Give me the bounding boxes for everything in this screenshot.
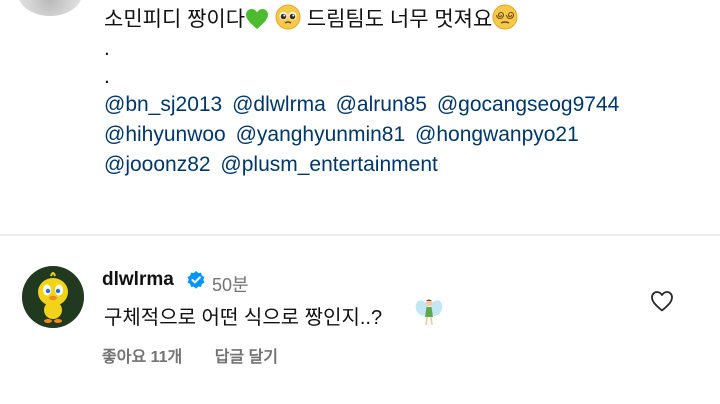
avatar[interactable] bbox=[22, 266, 84, 328]
caption-dot: . bbox=[104, 37, 110, 60]
caption-dot: . bbox=[104, 65, 110, 88]
reply-button[interactable]: 답글 달기 bbox=[215, 349, 278, 366]
mention-link[interactable]: @plusm_entertainment bbox=[220, 153, 437, 176]
fairy-emoji-icon bbox=[415, 299, 443, 326]
caption-text-2: 드림팀도 너무 멋져요 bbox=[306, 8, 493, 31]
post-caption: 소민피디 짱이다 드림팀도 너무 멋져요 . . @bn_sj2013 @dlw… bbox=[104, 4, 704, 180]
section-divider bbox=[0, 234, 720, 236]
caption-line-1: 소민피디 짱이다 드림팀도 너무 멋져요 bbox=[104, 4, 704, 34]
comment-timestamp[interactable]: 50분 bbox=[212, 271, 249, 297]
spiral-eyes-emoji-icon bbox=[492, 4, 518, 30]
mention-link[interactable]: @yanghyunmin81 bbox=[236, 123, 406, 146]
caption-dot-line-2: . bbox=[104, 62, 704, 90]
mention-line-1: @bn_sj2013 @dlwlrma @alrun85 @gocangseog… bbox=[104, 90, 704, 120]
comment-text: 구체적으로 어떤 식으로 짱인지..? bbox=[104, 307, 383, 329]
mention-link[interactable]: @hihyunwoo bbox=[104, 123, 226, 146]
mention-line-2: @hihyunwoo @yanghyunmin81 @hongwanpyo21 bbox=[104, 120, 704, 150]
caption-dot-line-1: . bbox=[104, 34, 704, 62]
mention-line-3: @jooonz82 @plusm_entertainment bbox=[104, 150, 704, 180]
likes-count-link[interactable]: 좋아요 11개 bbox=[102, 349, 182, 366]
tweety-bird-avatar-icon bbox=[22, 266, 84, 328]
mention-link[interactable]: @gocangseog9744 bbox=[437, 93, 619, 116]
verified-badge-icon bbox=[187, 271, 205, 289]
caption-text-1: 소민피디 짱이다 bbox=[104, 8, 246, 31]
mention-link[interactable]: @hongwanpyo21 bbox=[415, 123, 579, 146]
previous-avatar-fragment bbox=[18, 0, 82, 16]
like-heart-icon[interactable] bbox=[650, 290, 674, 312]
comment-actions: 좋아요 11개 답글 달기 bbox=[102, 343, 306, 367]
mention-link[interactable]: @jooonz82 bbox=[104, 153, 211, 176]
mention-link[interactable]: @dlwlrma bbox=[232, 93, 326, 116]
pleading-face-emoji-icon bbox=[275, 4, 301, 30]
mention-link[interactable]: @bn_sj2013 bbox=[104, 93, 222, 116]
mention-link[interactable]: @alrun85 bbox=[336, 93, 427, 116]
comment-username[interactable]: dlwlrma bbox=[102, 269, 174, 291]
green-heart-emoji-icon bbox=[246, 9, 269, 29]
